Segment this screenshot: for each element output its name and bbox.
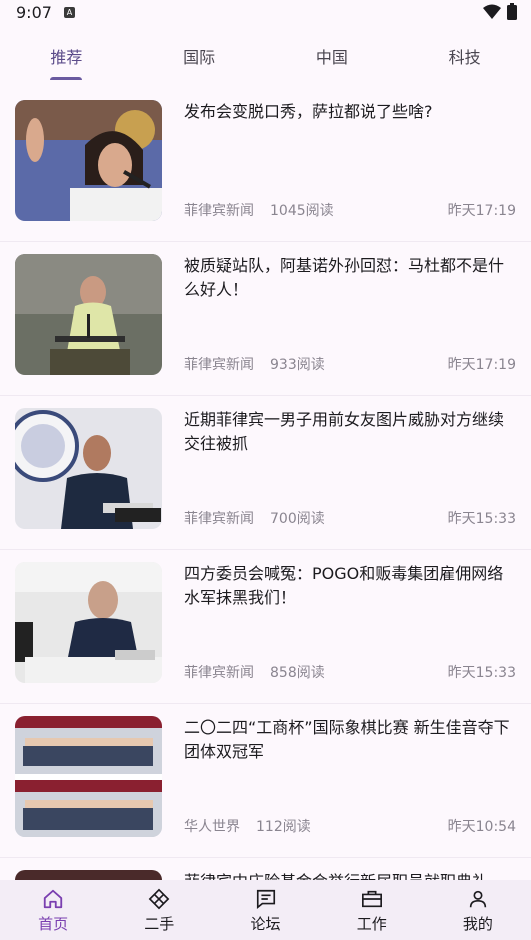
news-source: 菲律宾新闻 <box>184 203 254 219</box>
news-time: 昨天17:19 <box>447 357 516 373</box>
news-title: 四方委员会喊冤：POGO和贩毒集团雇佣网络水军抹黑我们！ <box>184 564 504 607</box>
tab-china[interactable]: 中国 <box>266 30 399 82</box>
home-icon <box>43 889 63 909</box>
tab-recommend[interactable]: 推荐 <box>0 30 133 82</box>
person-icon <box>469 890 487 908</box>
wifi-icon <box>483 4 501 19</box>
news-reads: 700阅读 <box>270 511 325 527</box>
diamond-icon <box>148 888 170 910</box>
battery-icon <box>507 3 517 20</box>
news-thumbnail <box>15 408 162 529</box>
bottom-navigation: 首页 二手 论坛 工作 我的 <box>0 880 531 940</box>
news-meta: 菲律宾新闻 1045阅读 昨天17:19 <box>184 200 516 220</box>
notification-icon: A <box>63 6 75 18</box>
list-item[interactable]: 发布会变脱口秀，萨拉都说了些啥? 菲律宾新闻 1045阅读 昨天17:19 <box>0 88 531 242</box>
news-title: 菲律宾中庄险基金会举行新届职员就职典礼 <box>184 870 519 880</box>
nav-profile[interactable]: 我的 <box>425 880 531 940</box>
news-title: 近期菲律宾一男子用前女友图片威胁对方继续交往被抓 <box>184 410 505 453</box>
nav-label: 二手 <box>144 915 175 933</box>
news-reads: 933阅读 <box>270 357 325 373</box>
nav-label: 首页 <box>38 915 69 933</box>
news-meta: 菲律宾新闻 700阅读 昨天15:33 <box>184 508 516 528</box>
nav-jobs[interactable]: 工作 <box>319 880 425 940</box>
news-title: 被质疑站队，阿基诺外孙回怼：马杜都不是什么好人！ <box>184 256 505 299</box>
news-list: 发布会变脱口秀，萨拉都说了些啥? 菲律宾新闻 1045阅读 昨天17:19 被质… <box>0 88 531 858</box>
nav-secondhand[interactable]: 二手 <box>106 880 212 940</box>
news-reads: 112阅读 <box>256 819 311 835</box>
tab-technology[interactable]: 科技 <box>398 30 531 82</box>
nav-label: 我的 <box>462 915 493 933</box>
status-icons <box>483 3 517 20</box>
nav-forum[interactable]: 论坛 <box>212 880 318 940</box>
list-item[interactable]: 四方委员会喊冤：POGO和贩毒集团雇佣网络水军抹黑我们！ 菲律宾新闻 858阅读… <box>0 550 531 704</box>
news-source: 菲律宾新闻 <box>184 511 254 527</box>
briefcase-icon <box>361 890 382 908</box>
status-time: 9:07 <box>16 2 52 22</box>
news-source: 菲律宾新闻 <box>184 665 254 681</box>
news-thumbnail <box>15 716 162 837</box>
news-time: 昨天15:33 <box>447 665 516 681</box>
news-reads: 1045阅读 <box>270 203 334 219</box>
category-tabs: 推荐 国际 中国 科技 <box>0 30 531 82</box>
news-thumbnail <box>15 562 162 683</box>
list-item[interactable]: 近期菲律宾一男子用前女友图片威胁对方继续交往被抓 菲律宾新闻 700阅读 昨天1… <box>0 396 531 550</box>
chat-icon <box>256 889 275 909</box>
list-item[interactable]: 二〇二四“工商杯”国际象棋比赛 新生佳音夺下团体双冠军 华人世界 112阅读 昨… <box>0 704 531 858</box>
news-source: 华人世界 <box>184 819 240 835</box>
news-meta: 菲律宾新闻 933阅读 昨天17:19 <box>184 354 516 374</box>
news-title: 二〇二四“工商杯”国际象棋比赛 新生佳音夺下团体双冠军 <box>184 718 510 761</box>
news-thumbnail <box>15 870 162 880</box>
list-item[interactable]: 被质疑站队，阿基诺外孙回怼：马杜都不是什么好人！ 菲律宾新闻 933阅读 昨天1… <box>0 242 531 396</box>
nav-label: 论坛 <box>250 915 281 933</box>
status-bar: 9:07 A <box>0 0 531 24</box>
news-time: 昨天10:54 <box>447 819 516 835</box>
news-title: 发布会变脱口秀，萨拉都说了些啥? <box>184 102 433 121</box>
news-time: 昨天17:19 <box>447 203 516 219</box>
list-item[interactable]: 菲律宾中庄险基金会举行新届职员就职典礼 <box>0 858 531 880</box>
news-thumbnail <box>15 100 162 221</box>
nav-label: 工作 <box>356 915 387 933</box>
news-time: 昨天15:33 <box>447 511 516 527</box>
news-thumbnail <box>15 254 162 375</box>
news-meta: 华人世界 112阅读 昨天10:54 <box>184 816 516 836</box>
tab-international[interactable]: 国际 <box>133 30 266 82</box>
nav-home[interactable]: 首页 <box>0 880 106 940</box>
news-meta: 菲律宾新闻 858阅读 昨天15:33 <box>184 662 516 682</box>
news-source: 菲律宾新闻 <box>184 357 254 373</box>
news-reads: 858阅读 <box>270 665 325 681</box>
